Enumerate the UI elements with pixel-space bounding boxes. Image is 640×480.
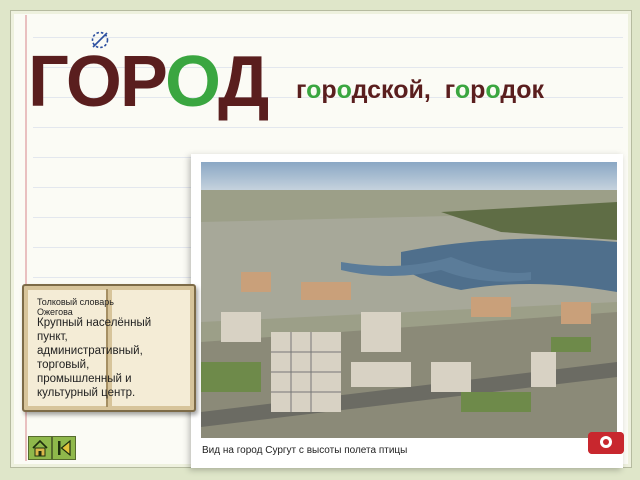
- word-part: г: [296, 76, 307, 104]
- word-vowel: о: [485, 76, 501, 104]
- home-button[interactable]: [28, 436, 52, 460]
- title-part: Д: [218, 42, 269, 122]
- word-part: г: [444, 76, 455, 104]
- dictionary-source: Толковый словарь Ожегова: [37, 297, 114, 318]
- word-vowel: о: [454, 76, 471, 104]
- word-vowel: о: [336, 76, 352, 104]
- word-part: док: [500, 76, 544, 104]
- title-part: ГОР: [28, 42, 167, 122]
- home-icon: [32, 439, 48, 457]
- back-button[interactable]: [52, 436, 76, 460]
- word-part: дской,: [351, 76, 431, 104]
- dictionary-definition: Крупный населённый пункт, административн…: [37, 317, 152, 400]
- derived-words: городской, городок: [296, 76, 544, 105]
- ruled-line: [33, 127, 623, 128]
- camera-logo-icon: [588, 432, 624, 454]
- word-part: р: [321, 76, 337, 104]
- photo-caption: Вид на город Сургут с высоты полета птиц…: [202, 445, 408, 456]
- word-vowel: о: [306, 76, 322, 104]
- ruled-line: [33, 37, 623, 38]
- city-photo: [201, 162, 617, 438]
- word-part: р: [470, 76, 486, 104]
- title-highlight-vowel: О: [164, 42, 220, 122]
- back-icon: [58, 439, 71, 457]
- page-title: ГОРОД: [28, 46, 269, 118]
